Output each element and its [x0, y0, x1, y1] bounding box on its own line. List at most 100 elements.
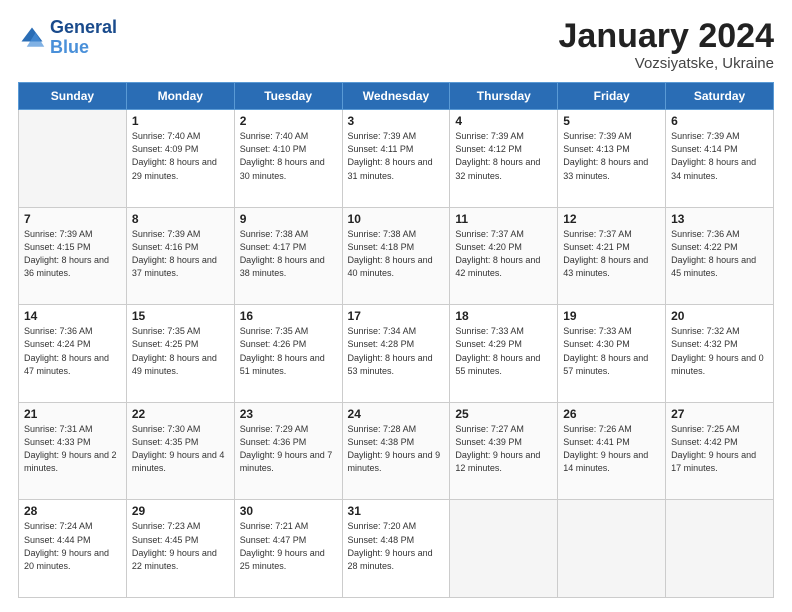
day-header-monday: Monday	[126, 83, 234, 110]
day-info: Sunrise: 7:33 AMSunset: 4:30 PMDaylight:…	[563, 325, 660, 377]
day-number: 31	[348, 504, 445, 518]
day-info: Sunrise: 7:40 AMSunset: 4:09 PMDaylight:…	[132, 130, 229, 182]
calendar-cell: 13 Sunrise: 7:36 AMSunset: 4:22 PMDayligh…	[666, 207, 774, 305]
calendar-cell: 23 Sunrise: 7:29 AMSunset: 4:36 PMDayligh…	[234, 402, 342, 500]
logo-icon	[18, 24, 46, 52]
calendar-cell: 28Sunrise: 7:24 AMSunset: 4:44 PMDayligh…	[19, 500, 127, 598]
day-info: Sunrise: 7:40 AMSunset: 4:10 PMDaylight:…	[240, 130, 337, 182]
calendar-cell: 12 Sunrise: 7:37 AMSunset: 4:21 PMDayligh…	[558, 207, 666, 305]
day-header-friday: Friday	[558, 83, 666, 110]
calendar-cell: 16 Sunrise: 7:35 AMSunset: 4:26 PMDayligh…	[234, 305, 342, 403]
calendar-title: January 2024	[559, 18, 775, 55]
calendar-cell: 10Sunrise: 7:38 AMSunset: 4:18 PMDayligh…	[342, 207, 450, 305]
day-header-saturday: Saturday	[666, 83, 774, 110]
day-info: Sunrise: 7:33 AMSunset: 4:29 PMDaylight:…	[455, 325, 552, 377]
calendar-cell: 24 Sunrise: 7:28 AMSunset: 4:38 PMDayligh…	[342, 402, 450, 500]
calendar-cell	[666, 500, 774, 598]
day-info: Sunrise: 7:30 AMSunset: 4:35 PMDaylight:…	[132, 423, 229, 475]
day-number: 12	[563, 212, 660, 226]
calendar-cell: 26 Sunrise: 7:26 AMSunset: 4:41 PMDayligh…	[558, 402, 666, 500]
calendar-cell: 15Sunrise: 7:35 AMSunset: 4:25 PMDayligh…	[126, 305, 234, 403]
day-number: 8	[132, 212, 229, 226]
day-info: Sunrise: 7:39 AMSunset: 4:11 PMDaylight:…	[348, 130, 445, 182]
day-info: Sunrise: 7:27 AMSunset: 4:39 PMDaylight:…	[455, 423, 552, 475]
day-info: Sunrise: 7:32 AMSunset: 4:32 PMDaylight:…	[671, 325, 768, 377]
calendar-cell	[450, 500, 558, 598]
calendar-cell: 5Sunrise: 7:39 AMSunset: 4:13 PMDaylight…	[558, 110, 666, 208]
calendar-cell: 20Sunrise: 7:32 AMSunset: 4:32 PMDayligh…	[666, 305, 774, 403]
day-info: Sunrise: 7:31 AMSunset: 4:33 PMDaylight:…	[24, 423, 121, 475]
day-info: Sunrise: 7:39 AMSunset: 4:15 PMDaylight:…	[24, 228, 121, 280]
day-number: 5	[563, 114, 660, 128]
day-info: Sunrise: 7:29 AMSunset: 4:36 PMDaylight:…	[240, 423, 337, 475]
day-info: Sunrise: 7:39 AMSunset: 4:12 PMDaylight:…	[455, 130, 552, 182]
day-number: 4	[455, 114, 552, 128]
week-row-1: 7 Sunrise: 7:39 AMSunset: 4:15 PMDaylight…	[19, 207, 774, 305]
day-header-thursday: Thursday	[450, 83, 558, 110]
day-number: 7	[24, 212, 121, 226]
day-header-wednesday: Wednesday	[342, 83, 450, 110]
day-number: 13	[671, 212, 768, 226]
calendar-cell: 19 Sunrise: 7:33 AMSunset: 4:30 PMDayligh…	[558, 305, 666, 403]
calendar-cell: 6 Sunrise: 7:39 AMSunset: 4:14 PMDaylight…	[666, 110, 774, 208]
calendar-cell: 22Sunrise: 7:30 AMSunset: 4:35 PMDayligh…	[126, 402, 234, 500]
title-block: January 2024 Vozsiyatske, Ukraine	[559, 18, 775, 72]
page: General Blue January 2024 Vozsiyatske, U…	[0, 0, 792, 612]
calendar-cell: 2 Sunrise: 7:40 AMSunset: 4:10 PMDaylight…	[234, 110, 342, 208]
day-number: 25	[455, 407, 552, 421]
day-header-tuesday: Tuesday	[234, 83, 342, 110]
calendar-cell: 29Sunrise: 7:23 AMSunset: 4:45 PMDayligh…	[126, 500, 234, 598]
day-number: 6	[671, 114, 768, 128]
calendar-cell: 1 Sunrise: 7:40 AMSunset: 4:09 PMDaylight…	[126, 110, 234, 208]
day-info: Sunrise: 7:20 AMSunset: 4:48 PMDaylight:…	[348, 520, 445, 572]
day-number: 14	[24, 309, 121, 323]
day-number: 29	[132, 504, 229, 518]
calendar-cell: 9 Sunrise: 7:38 AMSunset: 4:17 PMDaylight…	[234, 207, 342, 305]
day-number: 30	[240, 504, 337, 518]
day-number: 26	[563, 407, 660, 421]
day-info: Sunrise: 7:37 AMSunset: 4:20 PMDaylight:…	[455, 228, 552, 280]
calendar-cell: 25 Sunrise: 7:27 AMSunset: 4:39 PMDayligh…	[450, 402, 558, 500]
logo: General Blue	[18, 18, 117, 58]
day-number: 10	[348, 212, 445, 226]
day-number: 16	[240, 309, 337, 323]
header: General Blue January 2024 Vozsiyatske, U…	[18, 18, 774, 72]
day-number: 1	[132, 114, 229, 128]
day-number: 2	[240, 114, 337, 128]
day-number: 21	[24, 407, 121, 421]
week-row-3: 21 Sunrise: 7:31 AMSunset: 4:33 PMDayligh…	[19, 402, 774, 500]
day-number: 23	[240, 407, 337, 421]
calendar-cell: 14 Sunrise: 7:36 AMSunset: 4:24 PMDayligh…	[19, 305, 127, 403]
day-number: 9	[240, 212, 337, 226]
calendar-cell: 27 Sunrise: 7:25 AMSunset: 4:42 PMDayligh…	[666, 402, 774, 500]
calendar-cell: 7 Sunrise: 7:39 AMSunset: 4:15 PMDaylight…	[19, 207, 127, 305]
calendar-cell: 30 Sunrise: 7:21 AMSunset: 4:47 PMDayligh…	[234, 500, 342, 598]
day-number: 15	[132, 309, 229, 323]
day-info: Sunrise: 7:36 AMSunset: 4:24 PMDaylight:…	[24, 325, 121, 377]
calendar-cell: 3Sunrise: 7:39 AMSunset: 4:11 PMDaylight…	[342, 110, 450, 208]
calendar-cell: 11Sunrise: 7:37 AMSunset: 4:20 PMDayligh…	[450, 207, 558, 305]
day-number: 28	[24, 504, 121, 518]
day-info: Sunrise: 7:28 AMSunset: 4:38 PMDaylight:…	[348, 423, 445, 475]
day-info: Sunrise: 7:37 AMSunset: 4:21 PMDaylight:…	[563, 228, 660, 280]
day-info: Sunrise: 7:35 AMSunset: 4:26 PMDaylight:…	[240, 325, 337, 377]
day-info: Sunrise: 7:25 AMSunset: 4:42 PMDaylight:…	[671, 423, 768, 475]
week-row-0: 1 Sunrise: 7:40 AMSunset: 4:09 PMDaylight…	[19, 110, 774, 208]
day-info: Sunrise: 7:38 AMSunset: 4:17 PMDaylight:…	[240, 228, 337, 280]
calendar-header-row: SundayMondayTuesdayWednesdayThursdayFrid…	[19, 83, 774, 110]
calendar-table: SundayMondayTuesdayWednesdayThursdayFrid…	[18, 82, 774, 598]
day-number: 24	[348, 407, 445, 421]
week-row-2: 14 Sunrise: 7:36 AMSunset: 4:24 PMDayligh…	[19, 305, 774, 403]
calendar-cell: 18Sunrise: 7:33 AMSunset: 4:29 PMDayligh…	[450, 305, 558, 403]
day-header-sunday: Sunday	[19, 83, 127, 110]
day-info: Sunrise: 7:26 AMSunset: 4:41 PMDaylight:…	[563, 423, 660, 475]
day-number: 19	[563, 309, 660, 323]
day-info: Sunrise: 7:39 AMSunset: 4:14 PMDaylight:…	[671, 130, 768, 182]
day-info: Sunrise: 7:21 AMSunset: 4:47 PMDaylight:…	[240, 520, 337, 572]
calendar-cell	[558, 500, 666, 598]
day-number: 27	[671, 407, 768, 421]
day-info: Sunrise: 7:36 AMSunset: 4:22 PMDaylight:…	[671, 228, 768, 280]
calendar-cell	[19, 110, 127, 208]
day-number: 17	[348, 309, 445, 323]
calendar-cell: 4 Sunrise: 7:39 AMSunset: 4:12 PMDaylight…	[450, 110, 558, 208]
